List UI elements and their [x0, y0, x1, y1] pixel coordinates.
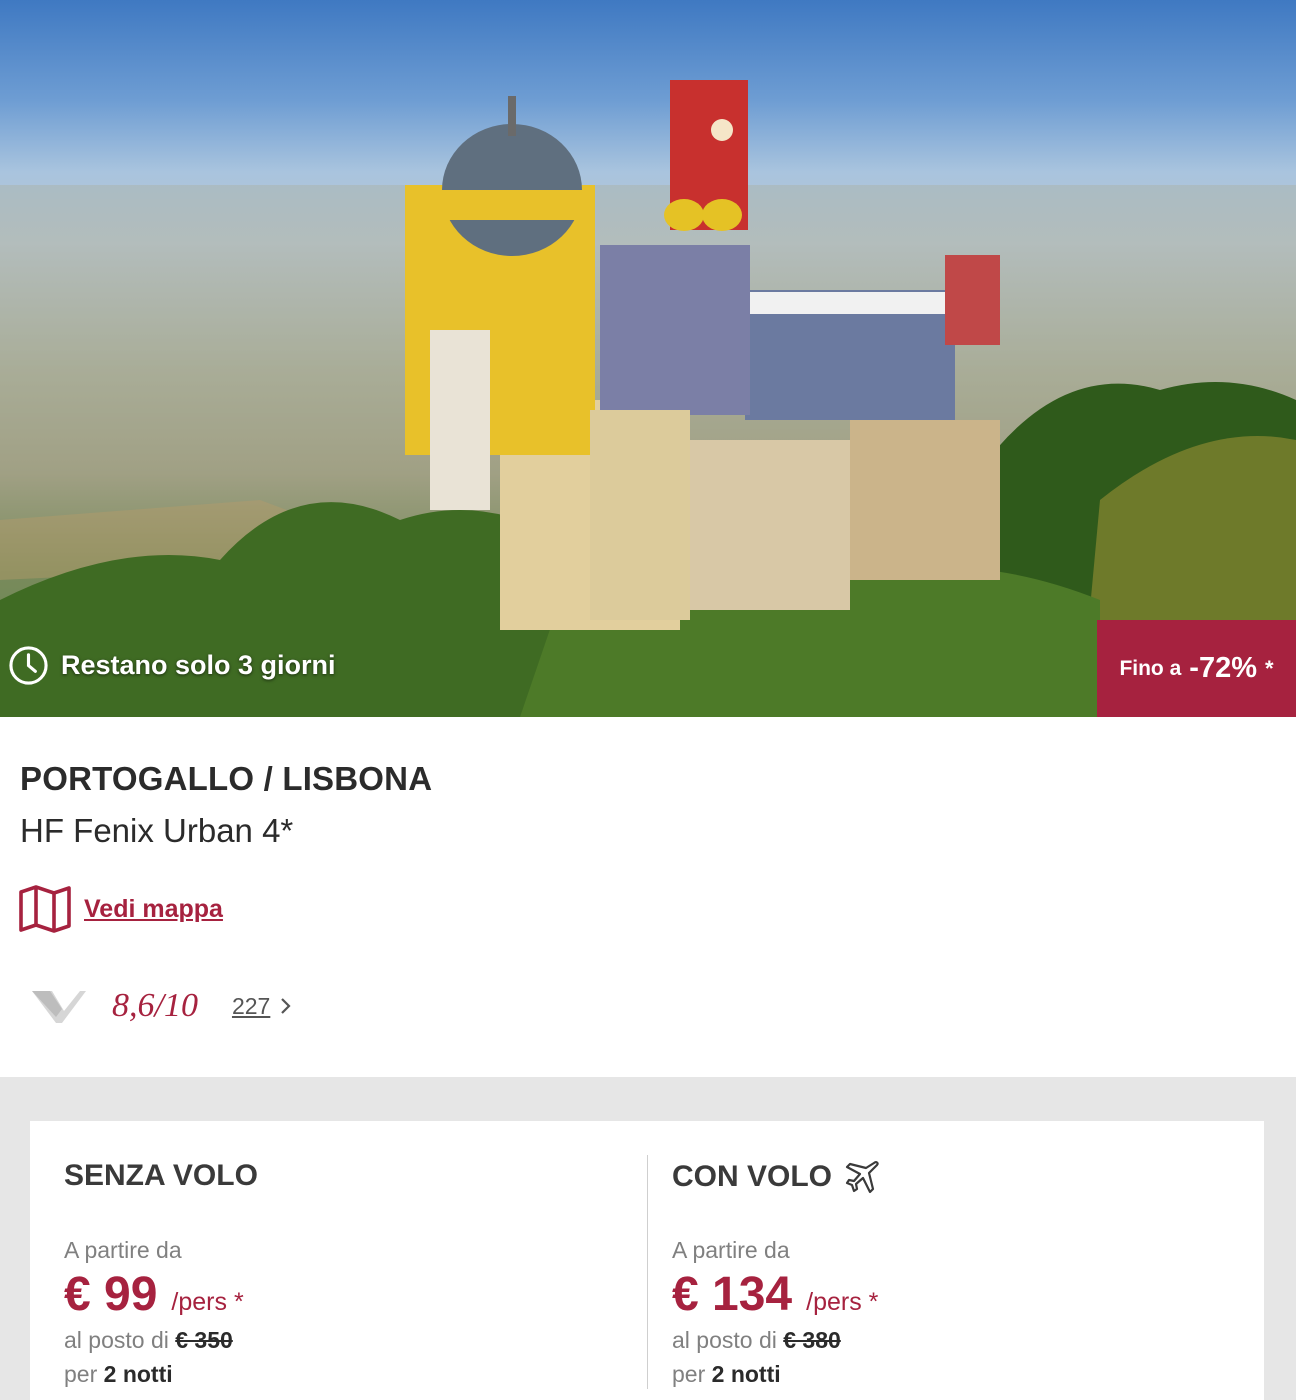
- old-price: € 380: [783, 1327, 841, 1353]
- pricing-divider: [647, 1155, 648, 1389]
- per-person-label: /pers *: [806, 1288, 879, 1316]
- per-label: per: [672, 1361, 706, 1387]
- price-value: € 99: [64, 1268, 158, 1321]
- discount-prefix: Fino a: [1119, 656, 1182, 680]
- view-map-label[interactable]: Vedi mappa: [84, 895, 223, 924]
- discount-badge: Fino a -72% *: [1097, 620, 1296, 717]
- view-map-link[interactable]: Vedi mappa: [18, 884, 223, 934]
- countdown-timer: Restano solo 3 giorni: [8, 645, 336, 686]
- per-label: per: [64, 1361, 98, 1387]
- with-flight-header: CON VOLO: [672, 1159, 880, 1195]
- airplane-icon: [845, 1161, 879, 1194]
- without-flight-title: SENZA VOLO: [64, 1159, 258, 1192]
- from-label: A partire da: [672, 1237, 790, 1263]
- map-icon: [19, 885, 71, 933]
- per-person-label: /pers *: [171, 1288, 244, 1316]
- castle-illustration: [0, 80, 1296, 717]
- nights-line: per 2 notti: [672, 1361, 781, 1388]
- nights-line: per 2 notti: [64, 1361, 173, 1388]
- price-row: € 99 /pers *: [64, 1267, 244, 1322]
- nights-count: 2 notti: [711, 1361, 781, 1387]
- discount-value: -72%: [1189, 652, 1257, 684]
- voyage-prive-logo-icon: [32, 991, 86, 1023]
- price-row: € 134 /pers *: [672, 1267, 878, 1322]
- countdown-text: Restano solo 3 giorni: [61, 650, 336, 680]
- discount-asterisk: *: [1264, 655, 1274, 681]
- destination-title: PORTOGALLO / LISBONA: [20, 760, 433, 797]
- nights-count: 2 notti: [103, 1361, 173, 1387]
- hotel-name[interactable]: HF Fenix Urban 4*: [20, 812, 293, 850]
- old-price: € 350: [175, 1327, 233, 1353]
- instead-of-label: al posto di: [64, 1327, 169, 1353]
- hero-image[interactable]: Restano solo 3 giorni Fino a -72% *: [0, 0, 1296, 717]
- rating: 8,6/10 227: [30, 985, 292, 1027]
- with-flight-title: CON VOLO: [672, 1160, 833, 1193]
- price-value: € 134: [672, 1268, 793, 1321]
- clock-icon: [9, 646, 48, 685]
- chevron-right-icon[interactable]: [280, 997, 292, 1015]
- reviews-count-link[interactable]: 227: [232, 993, 270, 1020]
- rating-score: 8,6/10: [112, 987, 198, 1024]
- old-price-line: al posto di € 380: [672, 1327, 841, 1354]
- old-price-line: al posto di € 350: [64, 1327, 233, 1354]
- from-label: A partire da: [64, 1237, 182, 1263]
- instead-of-label: al posto di: [672, 1327, 777, 1353]
